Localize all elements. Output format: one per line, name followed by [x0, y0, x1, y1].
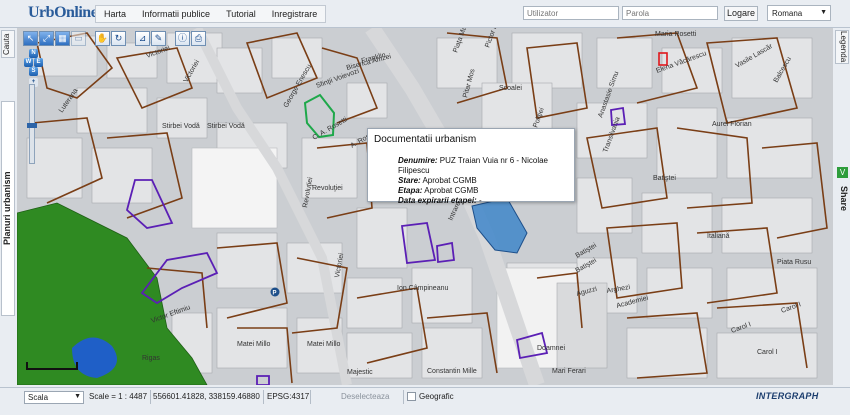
select-icon[interactable]: ▦ [55, 31, 70, 46]
street-label: Ion Câmpineanu [397, 285, 448, 292]
street-label: Doamnei [537, 345, 565, 352]
stare-label: Stare: [398, 176, 421, 185]
street-label: Stirbei Vodă [207, 123, 245, 130]
map-scale-bar [26, 362, 78, 370]
divider [263, 390, 264, 404]
print-preview-icon[interactable]: ▭ [71, 31, 86, 46]
chevron-down-icon: ▼ [74, 393, 81, 400]
refresh-icon[interactable]: ↻ [111, 31, 126, 46]
info-icon[interactable]: ⓘ [175, 31, 190, 46]
nav-inregistrare[interactable]: Inregistrare [264, 6, 326, 22]
username-input[interactable] [523, 6, 619, 20]
east-button[interactable]: E [34, 58, 43, 67]
navigation-pad: N W E S + [24, 49, 43, 87]
scale-text: Scale = 1 : 4487 [89, 392, 148, 401]
street-label: Constantin Mille [427, 368, 477, 375]
street-label: Matei Millo [307, 341, 341, 348]
draw-icon[interactable]: ✎ [151, 31, 166, 46]
street-label: Carol I [757, 349, 778, 356]
expirare-label: Data expirarii etapei: [398, 196, 477, 205]
popup-body: Denumire: PUZ Traian Vuia nr 6 - Nicolae… [398, 156, 574, 206]
street-label: Matei Millo [237, 341, 271, 348]
info-popup: Documentatii urbanism Denumire: PUZ Trai… [367, 128, 575, 205]
share-icon[interactable]: V [837, 167, 848, 178]
street-label: Scoalei [499, 85, 522, 92]
map-svg: P VictorieiVictorieiLuteranaStirbei Vodă… [17, 28, 833, 385]
west-button[interactable]: W [24, 58, 33, 67]
status-bar: Scala ▼ Scale = 1 : 4487 556601.41828, 33… [0, 387, 850, 415]
zoom-slider[interactable] [27, 84, 37, 164]
denumire-label: Denumire: [398, 156, 438, 165]
north-button[interactable]: N [29, 49, 38, 58]
language-value: Romana [772, 9, 803, 18]
street-label: Piata Rusu [777, 259, 811, 266]
scale-select-value: Scala [28, 393, 49, 402]
share-button[interactable]: Share [836, 182, 849, 216]
chevron-down-icon: ▼ [820, 9, 827, 16]
nav-informatii-publice[interactable]: Informatii publice [134, 6, 218, 22]
popup-title: Documentatii urbanism [374, 134, 477, 145]
street-label: Mari Ferari [552, 368, 586, 375]
map-canvas[interactable]: P Victoriei Victoriei Luterana Stirbei Vodă… [17, 28, 833, 385]
south-button[interactable]: S [29, 67, 38, 76]
search-tab[interactable]: Cauta [1, 30, 15, 58]
street-label: Stirbei Vodă [162, 123, 200, 130]
measure-icon[interactable]: ⊿ [135, 31, 150, 46]
street-label: Maria Rosetti [655, 31, 697, 38]
logo-accent-text: Online [54, 4, 98, 21]
epsg-readout: EPSG:4317 [267, 392, 310, 401]
scale-select[interactable]: Scala ▼ [24, 391, 84, 404]
hand-icon[interactable]: ✋ [95, 31, 110, 46]
geographic-label: Geografic [419, 392, 454, 401]
legend-tab[interactable]: Legenda [835, 30, 849, 64]
print-icon[interactable]: ⎙ [191, 31, 206, 46]
left-rail: Cauta Planuri urbanism [0, 28, 16, 388]
pan-icon[interactable]: ⤢ [39, 31, 54, 46]
etapa-label: Etapa: [398, 186, 423, 195]
street-label: Batiştei [653, 175, 676, 182]
street-label: Majestic [347, 369, 373, 376]
cursor-icon[interactable]: ↖ [23, 31, 38, 46]
main-nav: Harta Informatii publice Tutorial Inregi… [95, 5, 327, 23]
nav-tutorial[interactable]: Tutorial [218, 6, 264, 22]
app-logo[interactable]: UrbOnline [28, 4, 98, 24]
login-button[interactable]: Logare [724, 6, 758, 21]
street-label: Rigas [142, 355, 160, 362]
language-select[interactable]: Romana ▼ [767, 5, 831, 21]
etapa-value: Aprobat CGMB [424, 186, 479, 195]
divider [150, 390, 151, 404]
zoom-slider-knob[interactable] [27, 123, 37, 128]
stare-value: Aprobat CGMB [422, 176, 477, 185]
logo-main-text: Urb [28, 4, 55, 21]
coordinates-readout: 556601.41828, 338159.46880 [153, 392, 260, 401]
password-input[interactable] [622, 6, 718, 20]
deselect-button[interactable]: Deselecteaza [341, 392, 389, 401]
street-label: Aurel Florian [712, 121, 752, 128]
intergraph-logo: INTERGRAPH [756, 391, 819, 401]
geographic-checkbox[interactable] [407, 392, 416, 401]
urban-plans-tab[interactable]: Planuri urbanism [1, 101, 15, 316]
header: UrbOnline Harta Informatii publice Tutor… [0, 0, 850, 28]
expirare-value: - [478, 196, 482, 205]
nav-harta[interactable]: Harta [96, 6, 134, 22]
street-label: Italiană [707, 233, 730, 240]
svg-text:P: P [273, 291, 277, 297]
divider [310, 390, 311, 404]
map-toolbar: ↖ ⤢ ▦ ▭ ✋ ↻ ⊿ ✎ ⓘ ⎙ [23, 31, 206, 47]
divider [403, 390, 404, 404]
street-label: Revoluţiei [312, 185, 343, 192]
